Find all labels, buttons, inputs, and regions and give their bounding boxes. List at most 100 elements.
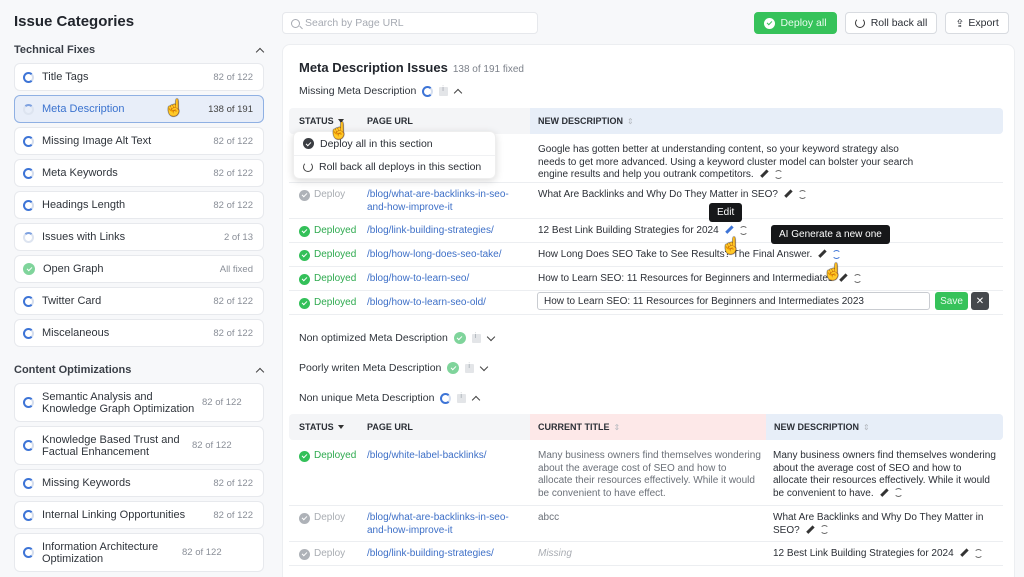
category-meta-keywords[interactable]: Meta Keywords 82 of 122 — [14, 159, 264, 187]
progress-ring-icon — [23, 397, 34, 408]
col-label: PAGE URL — [367, 116, 413, 126]
category-twitter-card[interactable]: Twitter Card 82 of 122 — [14, 287, 264, 315]
col-current-title[interactable]: CURRENT TITLE ⇕ — [530, 414, 766, 440]
category-miscelaneous[interactable]: Miscelaneous 82 of 122 — [14, 319, 264, 347]
caret-down-icon[interactable] — [337, 425, 344, 429]
category-information-architecture[interactable]: Information Architecture Optimization 82 … — [14, 533, 264, 572]
progress-ring-icon — [23, 547, 34, 558]
status-deploy[interactable]: Deploy — [299, 512, 345, 525]
category-count: 82 of 122 — [213, 199, 253, 211]
category-label: Twitter Card — [42, 295, 102, 307]
cancel-edit-button[interactable]: ✕ — [971, 292, 989, 310]
category-label: Missing Keywords — [42, 477, 131, 489]
info-icon[interactable] — [457, 393, 467, 403]
status-text: Deploy — [314, 189, 346, 200]
status-text: Deploy — [314, 512, 346, 523]
category-label: Open Graph — [43, 263, 104, 275]
status-deployed[interactable]: Deployed — [299, 450, 356, 463]
progress-ring-icon — [23, 440, 34, 451]
info-icon[interactable] — [465, 363, 475, 373]
category-issues-with-links[interactable]: Issues with Links 2 of 13 — [14, 223, 264, 251]
category-title-tags[interactable]: Title Tags 82 of 122 — [14, 63, 264, 91]
page-url-link[interactable]: /blog/link-building-strategies/ — [367, 225, 494, 238]
page-url-link[interactable]: /blog/link-building-strategies/ — [367, 548, 494, 561]
deploy-all-button[interactable]: Deploy all — [754, 12, 837, 34]
pencil-icon[interactable] — [783, 189, 793, 199]
chevron-up-icon[interactable] — [256, 366, 264, 374]
page-url-link[interactable]: /blog/what-are-backlinks-in-seo-and-how-… — [367, 512, 522, 537]
col-new-description[interactable]: NEW DESCRIPTION ⇕ — [766, 414, 1003, 440]
category-label: Issues with Links — [42, 231, 126, 243]
sort-icon[interactable]: ⇕ — [614, 423, 621, 432]
status-deployed[interactable]: Deployed — [299, 249, 356, 262]
col-new-description[interactable]: NEW DESCRIPTION ⇕ — [530, 108, 1003, 134]
search-input[interactable] — [305, 17, 537, 29]
category-missing-keywords[interactable]: Missing Keywords 82 of 122 — [14, 469, 264, 497]
check-circle-icon — [447, 362, 460, 374]
refresh-icon[interactable] — [852, 273, 862, 283]
sort-icon[interactable]: ⇕ — [863, 423, 870, 432]
refresh-icon[interactable] — [832, 249, 842, 259]
section-poorly-written[interactable]: Poorly writen Meta Description — [299, 362, 488, 374]
section-name: Non optimized Meta Description — [299, 332, 448, 344]
status-deployed[interactable]: Deployed — [299, 225, 356, 238]
chevron-up-icon[interactable] — [256, 46, 264, 54]
page-url-link[interactable]: /blog/how-to-learn-seo-old/ — [367, 297, 486, 310]
section-non-optimized[interactable]: Non optimized Meta Description — [299, 332, 495, 344]
section-missing-meta-description[interactable]: Missing Meta Description — [299, 85, 462, 97]
category-semantic-analysis[interactable]: Semantic Analysis and Knowledge Graph Op… — [14, 383, 264, 422]
menu-item-roll-back-section[interactable]: Roll back all deploys in this section — [294, 155, 495, 178]
progress-ring-icon — [422, 85, 434, 97]
refresh-icon[interactable] — [819, 525, 829, 535]
page-url-link[interactable]: /blog/how-to-learn-seo/ — [367, 273, 469, 286]
refresh-icon[interactable] — [773, 169, 783, 179]
pencil-icon[interactable] — [817, 249, 827, 259]
description-edit-input[interactable] — [537, 292, 930, 310]
status-deploy[interactable]: Deploy — [299, 548, 345, 561]
save-button[interactable]: Save — [935, 292, 968, 310]
pencil-icon[interactable] — [759, 169, 769, 179]
chevron-up-icon[interactable] — [472, 394, 480, 402]
pencil-icon[interactable] — [879, 488, 889, 498]
refresh-icon[interactable] — [738, 225, 748, 235]
check-circle-icon — [299, 189, 310, 201]
chevron-down-icon[interactable] — [487, 334, 495, 342]
info-icon[interactable] — [471, 333, 481, 343]
menu-item-deploy-all-section[interactable]: Deploy all in this section — [294, 132, 495, 155]
category-knowledge-based-trust[interactable]: Knowledge Based Trust and Factual Enhanc… — [14, 426, 264, 465]
category-headings-length[interactable]: Headings Length 82 of 122 — [14, 191, 264, 219]
chevron-down-icon[interactable] — [480, 364, 488, 372]
pencil-icon[interactable] — [959, 548, 969, 558]
category-open-graph[interactable]: Open Graph All fixed — [14, 255, 264, 283]
sort-icon[interactable]: ⇕ — [627, 117, 634, 126]
check-circle-icon — [299, 450, 310, 462]
info-icon[interactable] — [439, 86, 449, 96]
section-header-content-optimizations[interactable]: Content Optimizations — [14, 364, 264, 376]
pencil-icon[interactable] — [724, 225, 734, 235]
status-deployed[interactable]: Deployed — [299, 273, 356, 286]
page-url-link[interactable]: /blog/what-are-backlinks-in-seo-and-how-… — [367, 189, 522, 214]
col-status[interactable]: STATUS — [299, 414, 344, 440]
category-internal-linking[interactable]: Internal Linking Opportunities 82 of 122 — [14, 501, 264, 529]
check-circle-icon — [299, 297, 310, 309]
search-box[interactable] — [282, 12, 538, 34]
refresh-icon[interactable] — [973, 548, 983, 558]
refresh-icon[interactable] — [893, 488, 903, 498]
chevron-up-icon[interactable] — [454, 87, 462, 95]
page-url-link[interactable]: /blog/how-long-does-seo-take/ — [367, 249, 502, 262]
pencil-icon[interactable] — [805, 525, 815, 535]
section-header-technical-fixes[interactable]: Technical Fixes — [14, 44, 264, 56]
roll-back-all-button[interactable]: Roll back all — [845, 12, 937, 34]
refresh-icon[interactable] — [797, 189, 807, 199]
category-missing-image-alt-text[interactable]: Missing Image Alt Text 82 of 122 — [14, 127, 264, 155]
category-label: Meta Keywords — [42, 167, 118, 179]
category-meta-description[interactable]: Meta Description 138 of 191 — [14, 95, 264, 123]
status-deploy[interactable]: Deploy — [299, 189, 345, 202]
status-deployed[interactable]: Deployed — [299, 297, 356, 310]
col-label: NEW DESCRIPTION — [538, 116, 624, 126]
section-non-unique[interactable]: Non unique Meta Description — [299, 392, 480, 404]
export-button[interactable]: ⇪ Export — [945, 12, 1009, 34]
title-text: Meta Description Issues — [299, 60, 448, 75]
category-count: 82 of 122 — [213, 295, 253, 307]
page-url-link[interactable]: /blog/white-label-backlinks/ — [367, 450, 487, 463]
